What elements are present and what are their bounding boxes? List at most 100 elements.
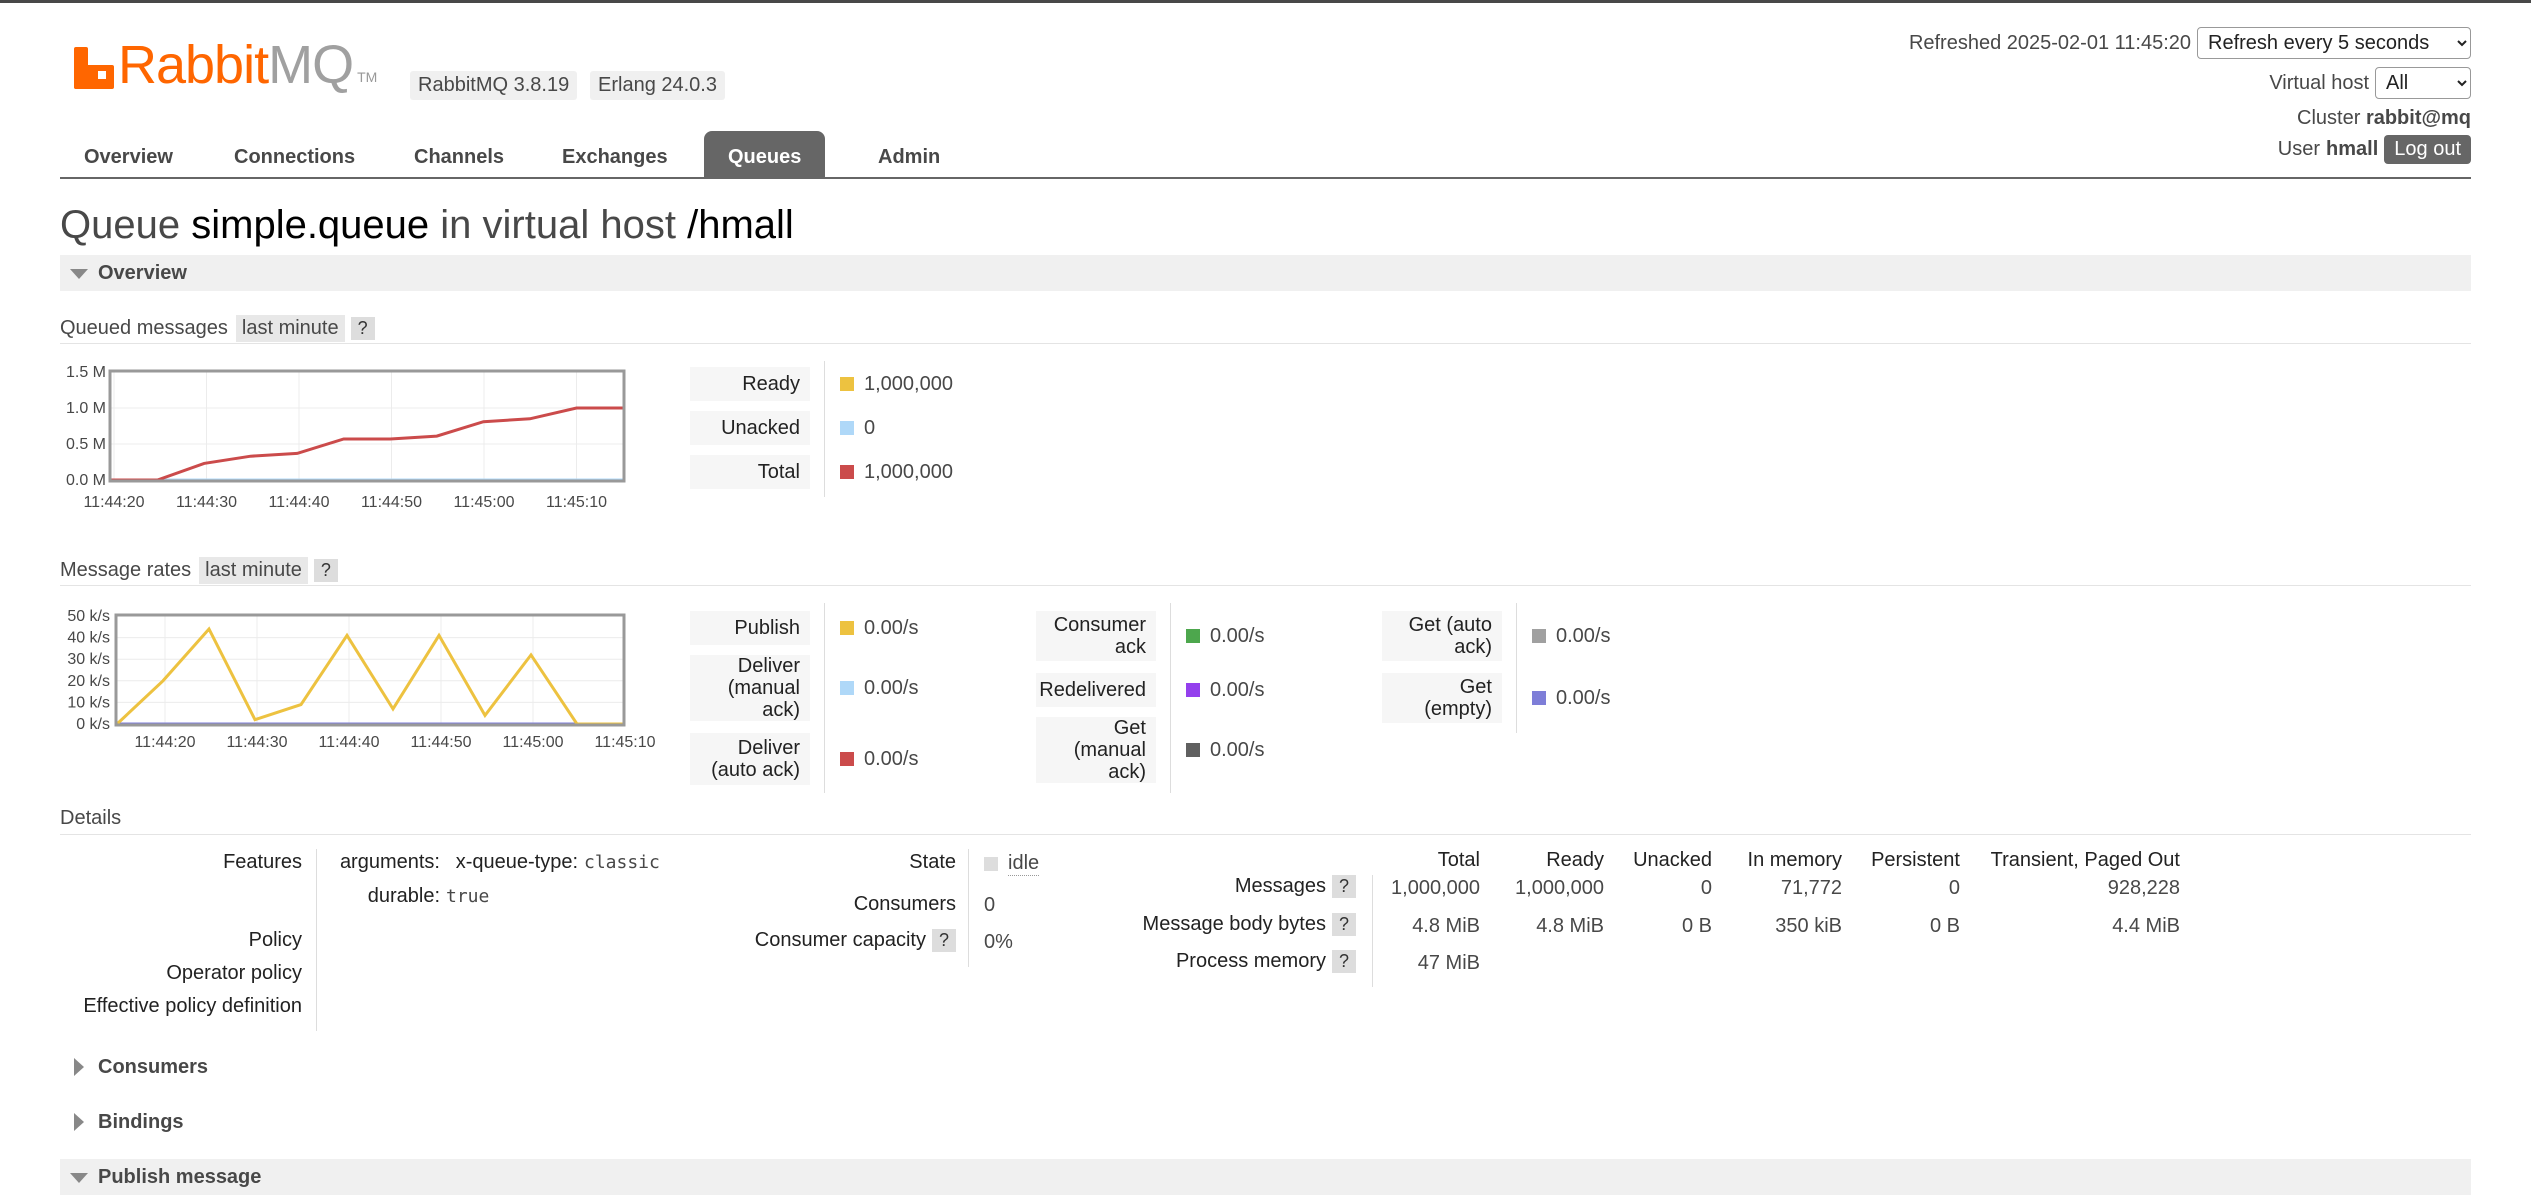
section-publish-toggle[interactable]: Publish message	[60, 1159, 2471, 1195]
legend-swatch-icon[interactable]	[840, 377, 854, 391]
divider	[1170, 603, 1171, 793]
divider	[60, 834, 2471, 835]
queued-legend-label: Ready	[690, 367, 810, 401]
row-help-icon[interactable]: ?	[1332, 950, 1356, 973]
legend-swatch-icon[interactable]	[840, 465, 854, 479]
main-nav-tabs: Overview Connections Channels Exchanges …	[60, 131, 2471, 179]
rates-legend-value: 0.00/s	[1186, 717, 1264, 783]
legend-swatch-icon[interactable]	[840, 681, 854, 695]
collapse-triangle-icon	[70, 269, 88, 279]
divider	[60, 343, 2471, 344]
table-cell: 350 kiB	[1722, 915, 1842, 938]
refreshed-label: Refreshed 2025-02-01 11:45:20	[1909, 32, 2191, 55]
legend-swatch-icon[interactable]	[840, 752, 854, 766]
refresh-interval-select[interactable]: Refresh every 5 seconds	[2197, 27, 2471, 59]
consumer-capacity-help-icon[interactable]: ?	[932, 929, 956, 952]
tab-channels[interactable]: Channels	[390, 131, 528, 179]
rates-legend-value: 0.00/s	[1186, 611, 1264, 661]
rates-range-selector[interactable]: last minute	[199, 557, 308, 584]
divider	[316, 849, 317, 1031]
tab-admin[interactable]: Admin	[854, 131, 964, 179]
x-tick-label: 11:45:10	[546, 494, 607, 511]
queued-legend-value: 1,000,000	[840, 455, 953, 489]
legend-swatch-icon[interactable]	[1532, 629, 1546, 643]
y-tick-label: 50 k/s	[67, 608, 110, 625]
virtual-host-select[interactable]: All	[2375, 67, 2471, 99]
operator-policy-label: Operator policy	[60, 962, 302, 985]
queued-legend-value: 1,000,000	[840, 367, 953, 401]
table-cell: 4.8 MiB	[1370, 915, 1480, 938]
consumer-capacity-label: Consumer capacity ?	[700, 929, 956, 952]
x-tick-label: 11:45:00	[502, 734, 563, 751]
section-consumers-toggle[interactable]: Consumers	[60, 1049, 2471, 1085]
queued-help-icon[interactable]: ?	[351, 317, 375, 340]
x-tick-label: 11:44:50	[361, 494, 422, 511]
y-tick-label: 1.0 M	[66, 400, 106, 417]
x-tick-label: 11:45:10	[594, 734, 655, 751]
legend-swatch-icon[interactable]	[840, 421, 854, 435]
tab-overview[interactable]: Overview	[60, 131, 197, 179]
table-column-header: Persistent	[1850, 849, 1960, 872]
legend-swatch-icon[interactable]	[1186, 629, 1200, 643]
row-help-icon[interactable]: ?	[1332, 875, 1356, 898]
rates-legend-label: Deliver (auto ack)	[690, 733, 810, 785]
x-tick-label: 11:45:00	[453, 494, 514, 511]
table-cell: 0 B	[1850, 915, 1960, 938]
x-tick-label: 11:44:40	[318, 734, 379, 751]
tab-queues[interactable]: Queues	[704, 131, 825, 179]
rates-legend-label: Deliver (manual ack)	[690, 655, 810, 721]
legend-swatch-icon[interactable]	[1532, 691, 1546, 705]
y-tick-label: 0.0 M	[66, 472, 106, 489]
section-overview-toggle[interactable]: Overview	[60, 255, 2471, 291]
divider	[1516, 603, 1517, 733]
durable-key: durable:	[330, 885, 440, 908]
y-tick-label: 10 k/s	[67, 694, 110, 711]
chart-frame	[110, 371, 624, 481]
rabbitmq-logo[interactable]: Rabbit MQ TM	[74, 41, 377, 89]
erlang-version: Erlang 24.0.3	[590, 71, 725, 100]
rates-legend-label: Publish	[690, 611, 810, 645]
logo-tm: TM	[357, 69, 377, 85]
rates-legend-label: Get (manual ack)	[1036, 717, 1156, 783]
queued-legend-value: 0	[840, 411, 875, 445]
table-column-header: Unacked	[1616, 849, 1712, 872]
divider	[824, 361, 825, 497]
section-publish-label: Publish message	[98, 1166, 261, 1188]
legend-swatch-icon[interactable]	[840, 621, 854, 635]
x-queue-type-value: classic	[584, 852, 660, 873]
divider	[968, 849, 969, 967]
queued-messages-label: Queued messages	[60, 317, 228, 340]
logo-rabbit-text: Rabbit	[118, 41, 268, 89]
rates-help-icon[interactable]: ?	[314, 559, 338, 582]
table-cell: 71,772	[1722, 877, 1842, 900]
tab-exchanges[interactable]: Exchanges	[538, 131, 692, 179]
x-tick-label: 11:44:50	[410, 734, 471, 751]
section-consumers-label: Consumers	[98, 1056, 208, 1078]
vhost-name: /hmall	[687, 203, 794, 247]
table-cell: 0 B	[1616, 915, 1712, 938]
queued-legend-label: Unacked	[690, 411, 810, 445]
table-cell: 1,000,000	[1494, 877, 1604, 900]
row-help-icon[interactable]: ?	[1332, 913, 1356, 936]
series-line	[117, 629, 623, 724]
y-tick-label: 20 k/s	[67, 673, 110, 690]
rates-legend-value: 0.00/s	[840, 611, 918, 645]
legend-swatch-icon[interactable]	[1186, 683, 1200, 697]
y-tick-label: 1.5 M	[66, 364, 106, 381]
x-tick-label: 11:44:20	[134, 734, 195, 751]
table-column-header: Transient, Paged Out	[1970, 849, 2180, 872]
queued-range-selector[interactable]: last minute	[236, 315, 345, 342]
queued-messages-header: Queued messages last minute ?	[60, 315, 375, 342]
tab-connections[interactable]: Connections	[210, 131, 379, 179]
legend-swatch-icon[interactable]	[1186, 743, 1200, 757]
section-bindings-toggle[interactable]: Bindings	[60, 1104, 2471, 1140]
effective-policy-label: Effective policy definition	[60, 995, 302, 1018]
message-rates-label: Message rates	[60, 559, 191, 582]
divider	[1372, 875, 1373, 987]
table-column-header: In memory	[1722, 849, 1842, 872]
rates-legend-value: 0.00/s	[840, 655, 918, 721]
rates-legend-label: Get (auto ack)	[1382, 611, 1502, 661]
table-cell: 928,228	[1970, 877, 2180, 900]
details-label: Details	[60, 807, 121, 830]
logo-mq-text: MQ	[268, 41, 353, 89]
